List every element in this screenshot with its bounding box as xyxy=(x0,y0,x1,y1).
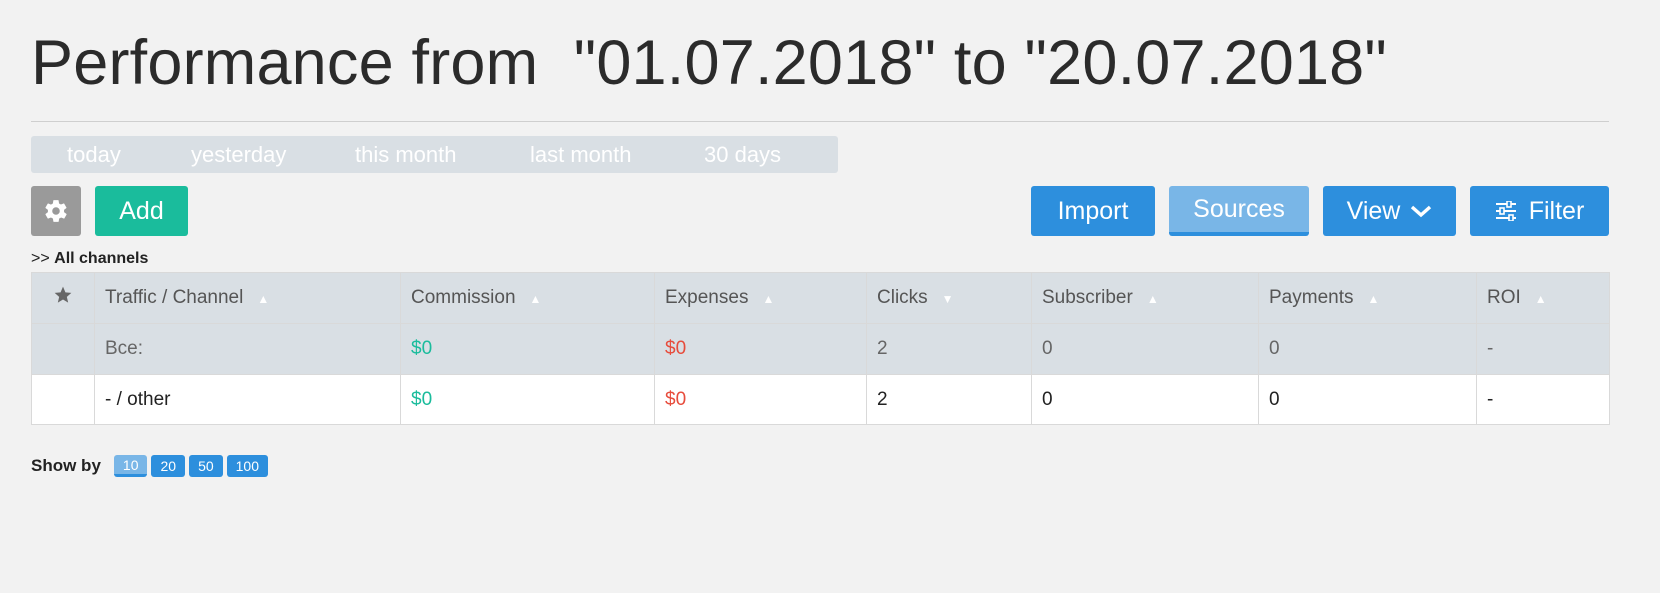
page-title: Performance from "01.07.2018" to "20.07.… xyxy=(31,28,1387,98)
column-expenses[interactable]: Expenses ▲ xyxy=(654,272,867,324)
row-expenses: $0 xyxy=(654,374,867,425)
column-commission[interactable]: Commission ▲ xyxy=(400,272,655,324)
performance-page: Performance from "01.07.2018" to "20.07.… xyxy=(31,0,1610,477)
row-favorite-cell[interactable] xyxy=(31,374,95,425)
sources-button[interactable]: Sources xyxy=(1169,186,1309,236)
filter-label: Filter xyxy=(1528,196,1585,225)
page-size-100[interactable]: 100 xyxy=(226,455,268,477)
range-last-month[interactable]: last month xyxy=(530,142,632,168)
totals-favorite-cell xyxy=(31,323,95,375)
row-roi: - xyxy=(1476,374,1610,425)
star-icon xyxy=(53,286,73,310)
settings-button[interactable] xyxy=(31,186,81,236)
view-button[interactable]: View xyxy=(1323,186,1456,236)
column-clicks[interactable]: Clicks ▼ xyxy=(866,272,1032,324)
totals-roi: - xyxy=(1476,323,1610,375)
page-size-50[interactable]: 50 xyxy=(189,455,223,477)
row-payments: 0 xyxy=(1258,374,1477,425)
add-button[interactable]: Add xyxy=(95,186,188,236)
totals-row: Все: $0 $0 2 0 0 - xyxy=(31,323,1610,375)
sort-up-icon: ▲ xyxy=(257,292,270,306)
column-payments[interactable]: Payments ▲ xyxy=(1258,272,1477,324)
totals-label: Все: xyxy=(94,323,401,375)
range-yesterday[interactable]: yesterday xyxy=(191,142,286,168)
page-size-20[interactable]: 20 xyxy=(151,455,186,477)
column-roi[interactable]: ROI ▲ xyxy=(1476,272,1610,324)
performance-table: Traffic / Channel ▲ Commission ▲ Expenses ▲… xyxy=(31,272,1610,425)
page-size-selector: Show by 10 20 50 100 xyxy=(31,455,272,477)
column-subscriber[interactable]: Subscriber ▲ xyxy=(1031,272,1259,324)
sliders-icon xyxy=(1495,201,1517,221)
sort-up-icon: ▲ xyxy=(1367,292,1380,306)
breadcrumb: >> All channels xyxy=(31,250,148,268)
filter-button[interactable]: Filter xyxy=(1470,186,1609,236)
sort-up-icon: ▲ xyxy=(1146,292,1159,306)
range-today[interactable]: today xyxy=(67,142,121,168)
show-by-label: Show by xyxy=(31,456,101,475)
import-button[interactable]: Import xyxy=(1031,186,1155,236)
row-channel[interactable]: - / other xyxy=(94,374,401,425)
breadcrumb-current[interactable]: All channels xyxy=(54,250,148,267)
chevron-down-icon xyxy=(1410,204,1432,218)
totals-subscriber: 0 xyxy=(1031,323,1259,375)
totals-expenses: $0 xyxy=(654,323,867,375)
toolbar: Add Import Sources View Filter xyxy=(31,186,1609,237)
row-clicks: 2 xyxy=(866,374,1032,425)
sort-up-icon: ▲ xyxy=(762,292,775,306)
gear-icon xyxy=(43,198,69,224)
column-traffic-channel[interactable]: Traffic / Channel ▲ xyxy=(94,272,401,324)
title-divider xyxy=(31,121,1609,122)
sort-up-icon: ▲ xyxy=(1534,292,1547,306)
page-size-10[interactable]: 10 xyxy=(113,455,148,477)
table-row[interactable]: - / other $0 $0 2 0 0 - xyxy=(31,374,1610,425)
favorite-column-header[interactable] xyxy=(31,272,95,324)
sort-up-icon: ▲ xyxy=(529,292,542,306)
row-commission: $0 xyxy=(400,374,655,425)
table-header: Traffic / Channel ▲ Commission ▲ Expenses ▲… xyxy=(31,272,1610,324)
totals-commission: $0 xyxy=(400,323,655,375)
range-30-days[interactable]: 30 days xyxy=(704,142,781,168)
row-subscriber: 0 xyxy=(1031,374,1259,425)
range-this-month[interactable]: this month xyxy=(355,142,457,168)
view-label: View xyxy=(1346,196,1401,225)
date-range-bar: today yesterday this month last month 30… xyxy=(31,136,838,173)
breadcrumb-prefix: >> xyxy=(31,250,50,267)
totals-clicks: 2 xyxy=(866,323,1032,375)
totals-payments: 0 xyxy=(1258,323,1477,375)
sort-down-icon: ▼ xyxy=(941,292,954,306)
